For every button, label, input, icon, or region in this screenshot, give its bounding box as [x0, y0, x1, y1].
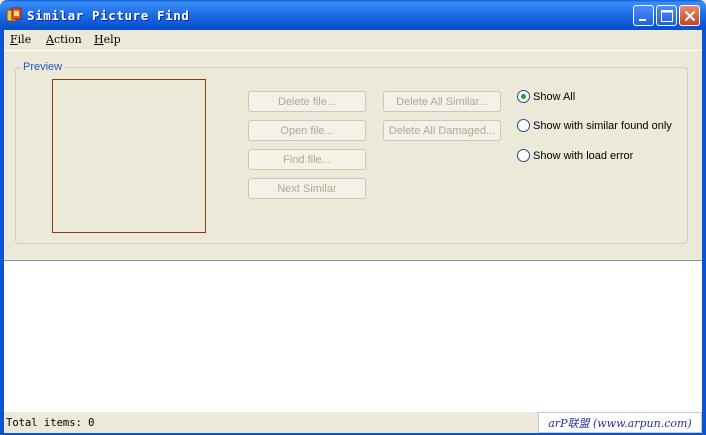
next-similar-button[interactable]: Next Similar	[248, 178, 366, 199]
close-button[interactable]	[679, 5, 700, 26]
menu-help-mnemonic: H	[94, 33, 104, 46]
menu-help-label: elp	[103, 33, 121, 46]
menu-help[interactable]: Help	[94, 33, 121, 46]
maximize-button[interactable]	[656, 5, 677, 26]
open-file-button[interactable]: Open file...	[248, 120, 366, 141]
menu-bar: File Action Help	[0, 30, 706, 51]
title-bar[interactable]: Similar Picture Find	[0, 0, 706, 30]
radio-show-similar-label: Show with similar found only	[533, 119, 672, 132]
menu-file-label: ile	[17, 33, 32, 46]
radio-show-all-label: Show All	[533, 90, 576, 103]
window-frame-left	[0, 30, 4, 435]
window-frame-right	[702, 30, 706, 435]
radio-show-similar-only[interactable]: Show with similar found only	[517, 119, 672, 132]
menu-action[interactable]: Action	[46, 33, 82, 46]
menu-file-mnemonic: F	[10, 33, 18, 46]
control-panel: Preview Delete file... Open file... Find…	[4, 51, 702, 260]
delete-file-button[interactable]: Delete file...	[248, 91, 366, 112]
radio-show-load-error-label: Show with load error	[533, 149, 634, 162]
maximize-icon	[661, 10, 673, 22]
status-bar: Total items: 0 arP联盟 (www.arpun.com)	[4, 411, 702, 434]
minimize-button[interactable]	[633, 5, 654, 26]
delete-all-similar-button[interactable]: Delete All Similar...	[383, 91, 501, 112]
menu-file[interactable]: File	[10, 33, 31, 46]
total-items-text: Total items: 0	[6, 417, 95, 429]
radio-button[interactable]	[517, 119, 530, 132]
menu-action-mnemonic: A	[46, 33, 54, 46]
radio-button-selected[interactable]	[517, 90, 530, 103]
watermark-banner: arP联盟 (www.arpun.com)	[538, 412, 702, 433]
menu-action-label: ction	[53, 33, 82, 46]
delete-all-damaged-button[interactable]: Delete All Damaged...	[383, 120, 501, 141]
radio-show-load-error[interactable]: Show with load error	[517, 149, 633, 162]
window-title: Similar Picture Find	[27, 8, 190, 23]
results-list[interactable]	[4, 260, 702, 411]
preview-image	[52, 79, 206, 233]
minimize-icon	[639, 19, 646, 21]
find-file-button[interactable]: Find file...	[248, 149, 366, 170]
radio-show-all[interactable]: Show All	[517, 90, 575, 103]
close-icon	[684, 10, 696, 22]
picture-app-icon[interactable]	[6, 7, 22, 23]
radio-button[interactable]	[517, 149, 530, 162]
main-window: Similar Picture Find File Action Help Pr…	[0, 0, 706, 435]
preview-group-label: Preview	[21, 61, 65, 73]
